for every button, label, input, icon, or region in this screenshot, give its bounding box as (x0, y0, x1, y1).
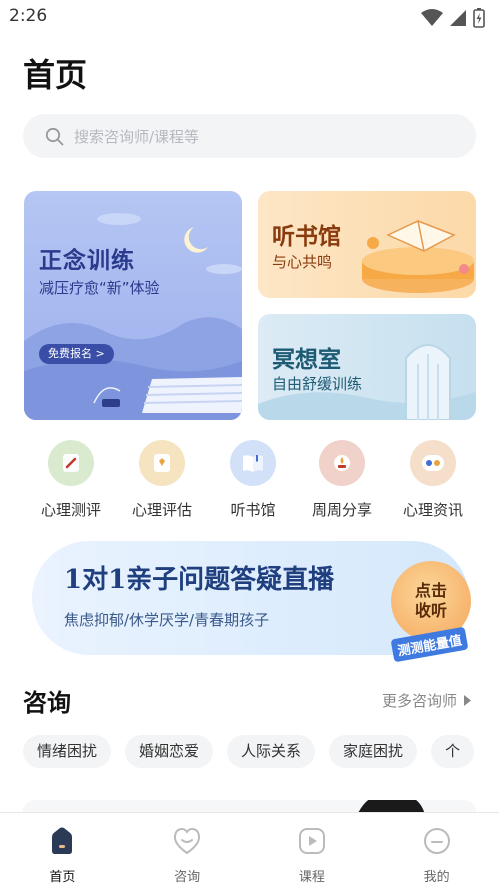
book-hall-subtitle: 与心共鸣 (272, 253, 333, 271)
search-bar[interactable]: 搜索咨询师/课程等 (23, 114, 476, 158)
tab-label: 首页 (49, 870, 76, 885)
status-time: 2:26 (9, 6, 48, 26)
page-title: 首页 (23, 56, 88, 94)
chip-emotional[interactable]: 情绪困扰 (23, 735, 112, 768)
tab-home[interactable]: 首页 (0, 813, 125, 888)
cta-line-2: 收听 (414, 601, 447, 620)
meditation-room-subtitle: 自由舒缓训练 (272, 375, 363, 393)
battery-icon (473, 8, 485, 28)
category-psych-news[interactable]: 心理资讯 (388, 440, 478, 520)
chip-family[interactable]: 家庭困扰 (329, 735, 418, 768)
category-weekly-share[interactable]: 周周分享 (297, 440, 387, 520)
bottom-tab-bar: 首页 咨询 课程 我的 (0, 812, 499, 888)
tab-consult[interactable]: 咨询 (125, 813, 250, 888)
tab-label: 我的 (423, 870, 450, 885)
home-icon (52, 827, 73, 854)
heart-chat-icon (174, 827, 201, 855)
category-label: 周周分享 (311, 501, 372, 519)
share-icon (319, 440, 365, 486)
category-label: 听书馆 (230, 501, 276, 519)
wifi-icon (421, 9, 443, 26)
category-label: 心理资讯 (402, 501, 463, 519)
category-row: 心理测评 心理评估 听书馆 周周分享 心理资讯 (0, 440, 499, 524)
tab-courses[interactable]: 课程 (250, 813, 375, 888)
book-hall-card[interactable]: 听书馆 与心共鸣 (258, 191, 476, 298)
chip-relationships[interactable]: 人际关系 (227, 735, 316, 768)
signal-icon (450, 10, 466, 26)
category-label: 心理测评 (40, 501, 101, 519)
tab-label: 课程 (298, 870, 325, 885)
book-hall-title: 听书馆 (272, 224, 341, 250)
mindfulness-title: 正念训练 (39, 248, 135, 274)
category-label: 心理评估 (131, 501, 192, 519)
tab-label: 咨询 (174, 870, 201, 885)
category-book-hall[interactable]: 听书馆 (208, 440, 298, 520)
more-counselors-label: 更多咨询师 (381, 692, 457, 710)
assessment-icon (139, 440, 185, 486)
meditation-room-card[interactable]: 冥想室 自由舒缓训练 (258, 314, 476, 420)
chip-more[interactable]: 个 (431, 735, 475, 768)
mindfulness-card[interactable]: 正念训练 减压疗愈“新”体验 免费报名 > (24, 191, 242, 420)
profile-icon (423, 828, 450, 854)
tab-profile[interactable]: 我的 (374, 813, 499, 888)
home-screen: 2:26 首页 搜索咨询师/课程等 正念训练 减压疗愈“新”体验 免费报名 > (0, 0, 499, 888)
category-psych-assessment[interactable]: 心理评估 (117, 440, 207, 520)
search-icon (45, 127, 64, 145)
meditation-room-title: 冥想室 (272, 347, 341, 373)
play-icon (298, 828, 325, 854)
status-icons (421, 8, 485, 28)
caret-right-icon (464, 695, 471, 706)
more-counselors-link[interactable]: 更多咨询师 (382, 690, 471, 711)
news-icon (410, 440, 456, 486)
topic-chips: 情绪困扰 婚姻恋爱 人际关系 家庭困扰个 (23, 735, 499, 769)
chip-marriage[interactable]: 婚姻恋爱 (125, 735, 214, 768)
consult-heading: 咨询 (23, 689, 71, 717)
cta-line-1: 点击 (414, 581, 447, 600)
banner-subtitle: 焦虑抑郁/休学厌学/青春期孩子 (64, 611, 270, 629)
book-icon (230, 440, 276, 486)
mindfulness-illustration (24, 213, 242, 420)
banner-title: 1对1亲子问题答疑直播 (64, 565, 335, 595)
status-bar: 2:26 (0, 0, 499, 34)
energy-test-tag[interactable]: 测测能量值 (390, 626, 469, 663)
category-psych-test[interactable]: 心理测评 (26, 440, 116, 520)
live-qa-banner[interactable]: 1对1亲子问题答疑直播 焦虑抑郁/休学厌学/青春期孩子 点击 收听 测测能量值 (32, 541, 471, 663)
search-placeholder: 搜索咨询师/课程等 (74, 127, 200, 146)
mindfulness-subtitle: 减压疗愈“新”体验 (39, 279, 160, 297)
free-signup-button[interactable]: 免费报名 > (39, 344, 114, 364)
test-icon (48, 440, 94, 486)
